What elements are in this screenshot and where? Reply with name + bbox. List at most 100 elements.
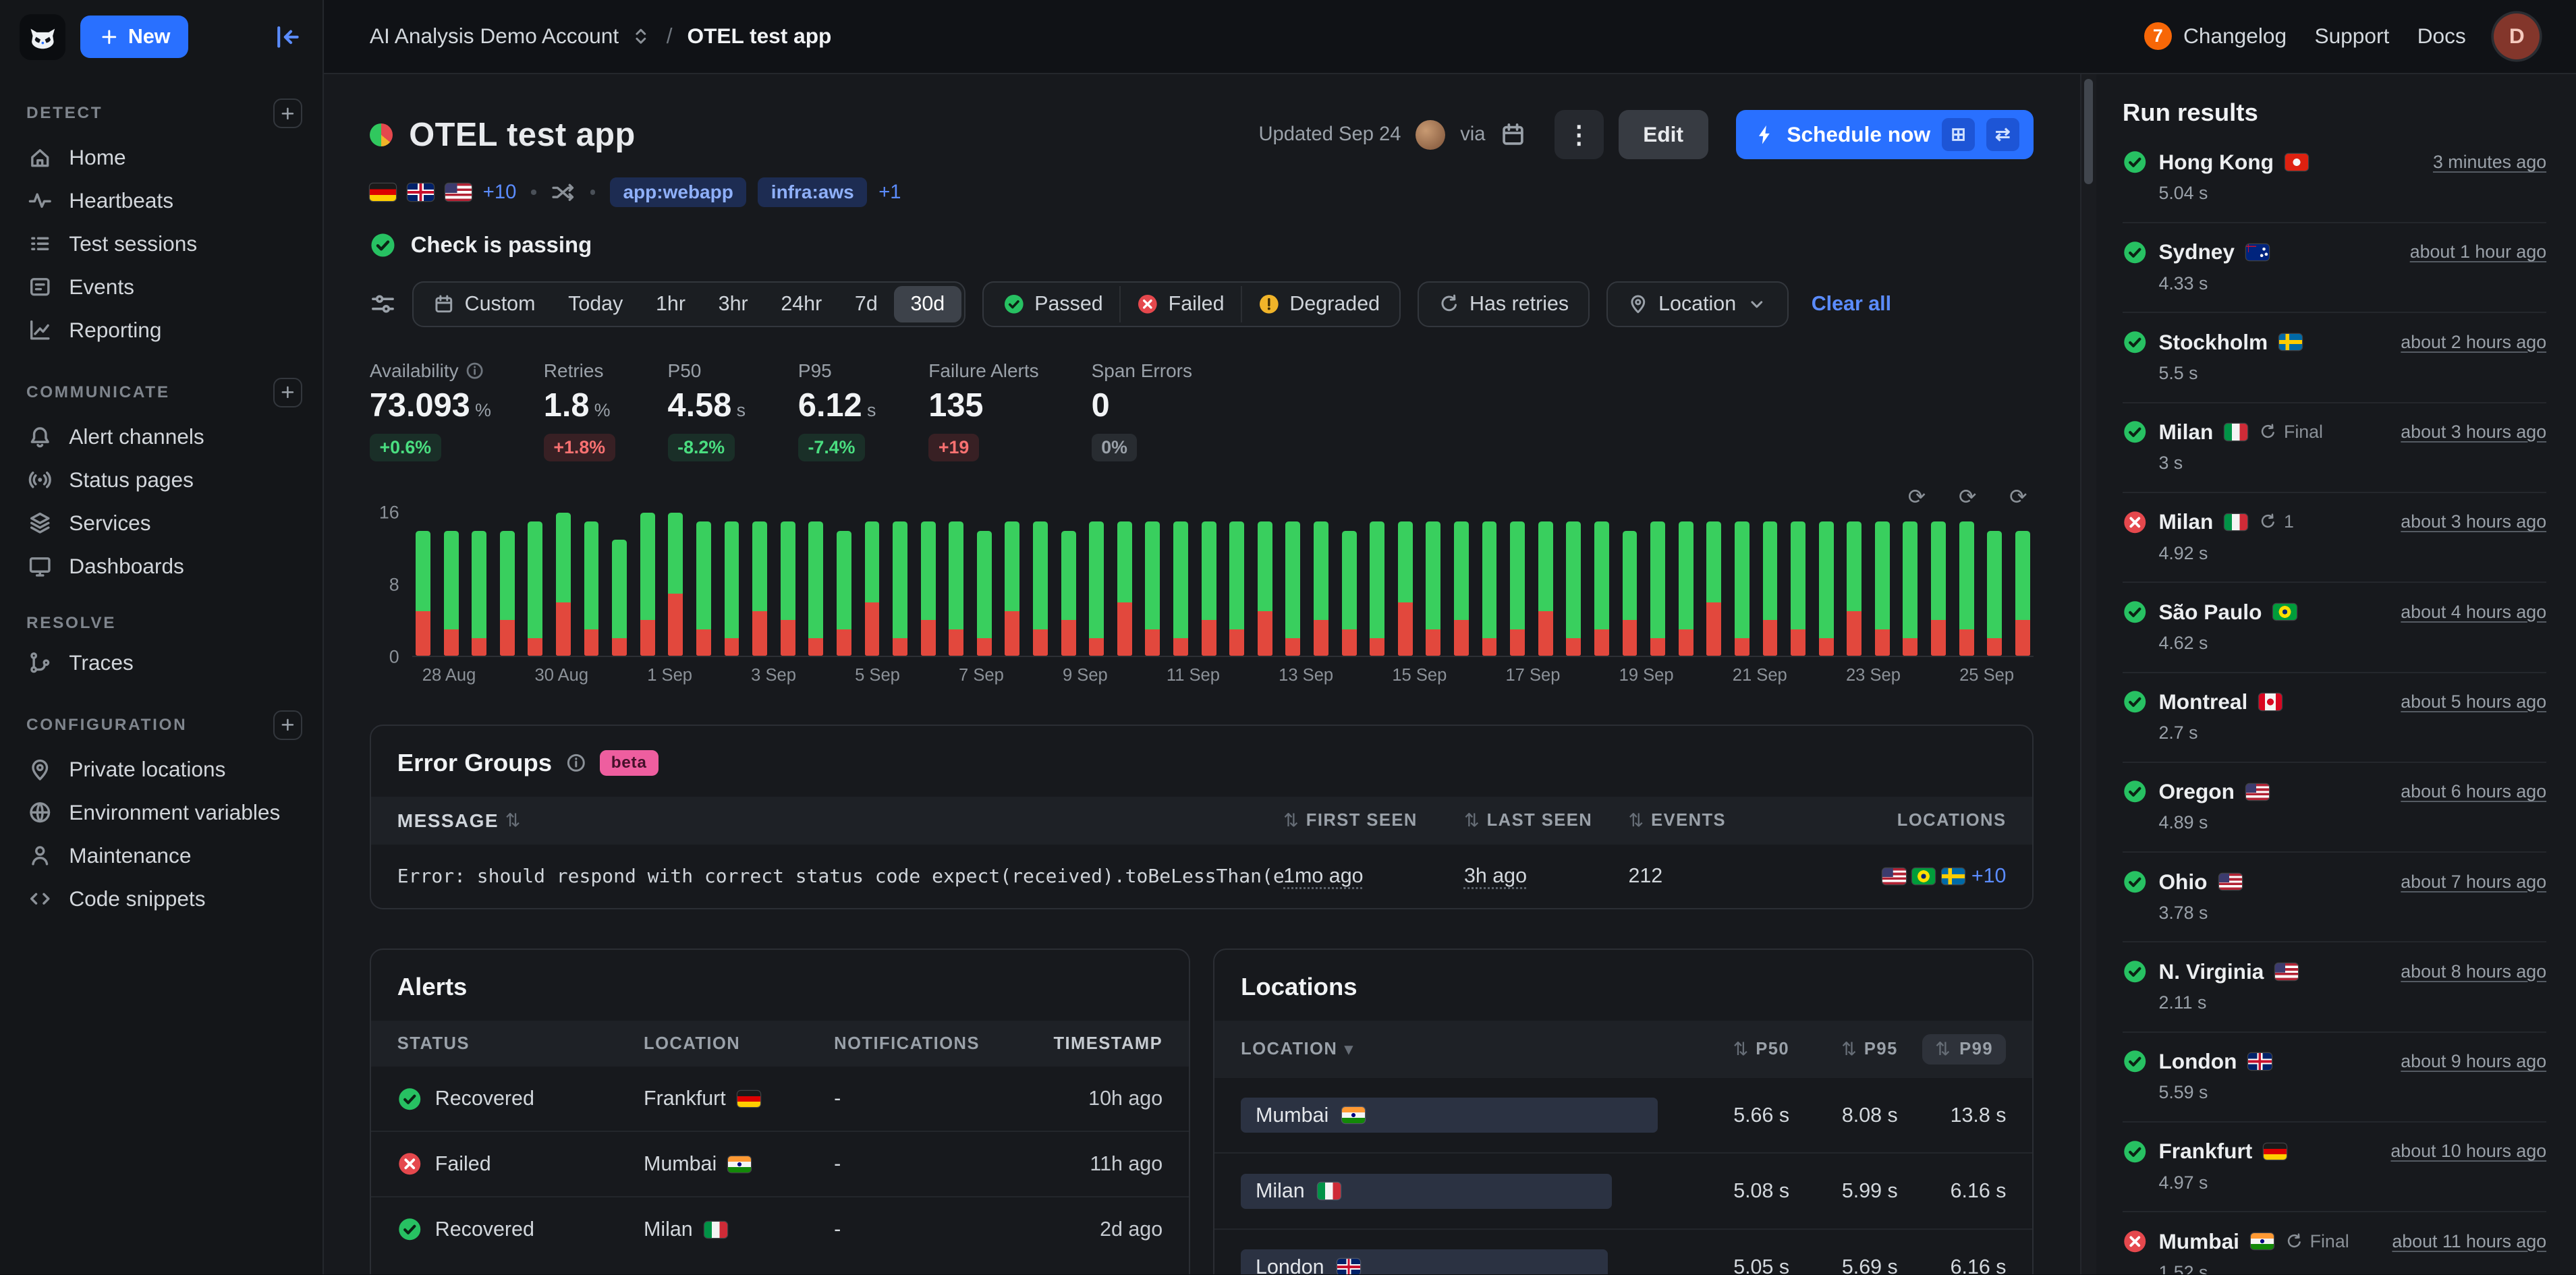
chart-bar[interactable] — [752, 513, 767, 656]
checkly-logo-icon[interactable] — [20, 14, 65, 60]
run-result-item[interactable]: Ohio about 7 hours ago 3.78 s — [2123, 853, 2546, 942]
run-time-link[interactable]: about 5 hours ago — [2401, 691, 2546, 712]
col-message[interactable]: MESSAGE ⇅ — [397, 810, 1283, 832]
chart-bar[interactable] — [1398, 513, 1413, 656]
changelog-link[interactable]: Changelog — [2183, 24, 2287, 49]
location-filter-dropdown[interactable]: Location — [1611, 286, 1784, 322]
col-p50[interactable]: ⇅ P50 — [1681, 1039, 1789, 1060]
run-time-link[interactable]: about 3 hours ago — [2401, 511, 2546, 532]
edit-button[interactable]: Edit — [1619, 110, 1708, 159]
location-row[interactable]: Mumbai 5.66 s 8.08 s 13.8 s — [1214, 1078, 2032, 1152]
sidebar-item-private-locations[interactable]: Private locations — [0, 748, 323, 791]
main-scrollbar[interactable] — [2080, 74, 2096, 1275]
kebab-menu-button[interactable]: ⋮ — [1555, 110, 1604, 159]
chart-bar[interactable] — [1510, 513, 1525, 656]
chart-bar[interactable] — [528, 513, 542, 656]
alert-row[interactable]: Recovered Frankfurt - 10h ago — [371, 1067, 1189, 1131]
section-add-button[interactable] — [273, 378, 303, 407]
time-filter-30d[interactable]: 30d — [894, 286, 961, 322]
chart-bar[interactable] — [977, 513, 992, 656]
chart-bar[interactable] — [1623, 513, 1637, 656]
chart-bar[interactable] — [1285, 513, 1300, 656]
chart-bar[interactable] — [472, 513, 486, 656]
chart-bar[interactable] — [1117, 513, 1132, 656]
status-filter-passed[interactable]: Passed — [987, 286, 1119, 322]
sidebar-item-test-sessions[interactable]: Test sessions — [0, 223, 323, 266]
run-result-item[interactable]: Milan Final about 3 hours ago 3 s — [2123, 403, 2546, 493]
info-icon[interactable] — [565, 752, 587, 774]
chart-bar[interactable] — [1819, 513, 1834, 656]
chart-bar[interactable] — [1202, 513, 1216, 656]
scrollbar-thumb[interactable] — [2084, 79, 2092, 184]
chart-bar[interactable] — [1258, 513, 1272, 656]
chart-bar[interactable] — [584, 513, 599, 656]
col-p99[interactable]: ⇅ P99 — [1898, 1034, 2007, 1065]
run-result-item[interactable]: Oregon about 6 hours ago 4.89 s — [2123, 763, 2546, 853]
collapse-sidebar-icon[interactable] — [273, 22, 303, 52]
time-filter-custom[interactable]: Custom — [417, 286, 552, 322]
sidebar-item-environment-variables[interactable]: Environment variables — [0, 791, 323, 834]
filter-sliders-icon[interactable] — [370, 291, 396, 317]
retry-all-icon[interactable]: ⟳ — [1908, 484, 1926, 509]
account-switcher[interactable]: AI Analysis Demo Account — [370, 24, 652, 49]
chart-bar[interactable] — [1735, 513, 1749, 656]
chart-bar[interactable] — [1847, 513, 1861, 656]
error-group-row[interactable]: Error: should respond with correct statu… — [371, 845, 2033, 907]
run-result-item[interactable]: Stockholm about 2 hours ago 5.5 s — [2123, 313, 2546, 403]
chart-bar[interactable] — [416, 513, 430, 656]
sidebar-item-status-pages[interactable]: Status pages — [0, 459, 323, 502]
run-result-item[interactable]: Montreal about 5 hours ago 2.7 s — [2123, 673, 2546, 763]
run-result-item[interactable]: London about 9 hours ago 5.59 s — [2123, 1033, 2546, 1123]
chart-bar[interactable] — [1145, 513, 1160, 656]
chart-bar[interactable] — [1650, 513, 1665, 656]
schedule-now-button[interactable]: Schedule now ⊞ ⇄ — [1736, 110, 2034, 159]
chart-bar[interactable] — [1679, 513, 1693, 656]
chart-bar[interactable] — [500, 513, 515, 656]
sidebar-item-heartbeats[interactable]: Heartbeats — [0, 179, 323, 223]
chart-bar[interactable] — [1482, 513, 1497, 656]
run-time-link[interactable]: about 11 hours ago — [2392, 1231, 2546, 1252]
chart-bar[interactable] — [781, 513, 795, 656]
run-time-link[interactable]: about 2 hours ago — [2401, 332, 2546, 353]
chart-bar[interactable] — [1903, 513, 1917, 656]
chart-bar[interactable] — [1454, 513, 1469, 656]
chart-bar[interactable] — [1594, 513, 1609, 656]
alert-row[interactable]: Failed Mumbai - 11h ago — [371, 1131, 1189, 1196]
section-add-button[interactable] — [273, 98, 303, 128]
run-time-link[interactable]: about 3 hours ago — [2401, 422, 2546, 443]
time-filter-today[interactable]: Today — [552, 286, 640, 322]
chart-bar[interactable] — [1370, 513, 1384, 656]
chart-bar[interactable] — [1005, 513, 1019, 656]
run-time-link[interactable]: about 9 hours ago — [2401, 1051, 2546, 1072]
run-result-item[interactable]: Milan 1 about 3 hours ago 4.92 s — [2123, 493, 2546, 583]
chart-bar[interactable] — [640, 513, 655, 656]
refresh-chart-icon[interactable]: ⟳ — [2009, 484, 2027, 509]
more-flags-link[interactable]: +10 — [483, 181, 517, 204]
chart-bar[interactable] — [725, 513, 739, 656]
chart-bar[interactable] — [949, 513, 963, 656]
sidebar-item-maintenance[interactable]: Maintenance — [0, 834, 323, 877]
run-result-item[interactable]: São Paulo about 4 hours ago 4.62 s — [2123, 583, 2546, 673]
chart-bar[interactable] — [556, 513, 571, 656]
chart-bar[interactable] — [1763, 513, 1778, 656]
chart-bar[interactable] — [1566, 513, 1581, 656]
docs-link[interactable]: Docs — [2417, 24, 2466, 49]
chart-bar[interactable] — [1229, 513, 1244, 656]
sidebar-item-home[interactable]: Home — [0, 136, 323, 179]
section-add-button[interactable] — [273, 710, 303, 740]
chart-bar[interactable] — [668, 513, 683, 656]
col-events[interactable]: ⇅ EVENTS — [1628, 810, 1760, 831]
sidebar-item-reporting[interactable]: Reporting — [0, 308, 323, 351]
sidebar-item-services[interactable]: Services — [0, 501, 323, 544]
run-result-item[interactable]: N. Virginia about 8 hours ago 2.11 s — [2123, 942, 2546, 1032]
chart-bar[interactable] — [696, 513, 711, 656]
tag-chip[interactable]: app:webapp — [610, 177, 746, 207]
chart-bar[interactable] — [1791, 513, 1805, 656]
info-icon[interactable] — [465, 361, 484, 380]
run-time-link[interactable]: about 4 hours ago — [2401, 602, 2546, 623]
breadcrumb-app-name[interactable]: OTEL test app — [687, 24, 831, 49]
status-filter-failed[interactable]: Failed — [1119, 286, 1241, 322]
run-result-item[interactable]: Sydney about 1 hour ago 4.33 s — [2123, 223, 2546, 313]
user-avatar[interactable]: D — [2494, 13, 2540, 59]
col-p95[interactable]: ⇅ P95 — [1789, 1039, 1898, 1060]
